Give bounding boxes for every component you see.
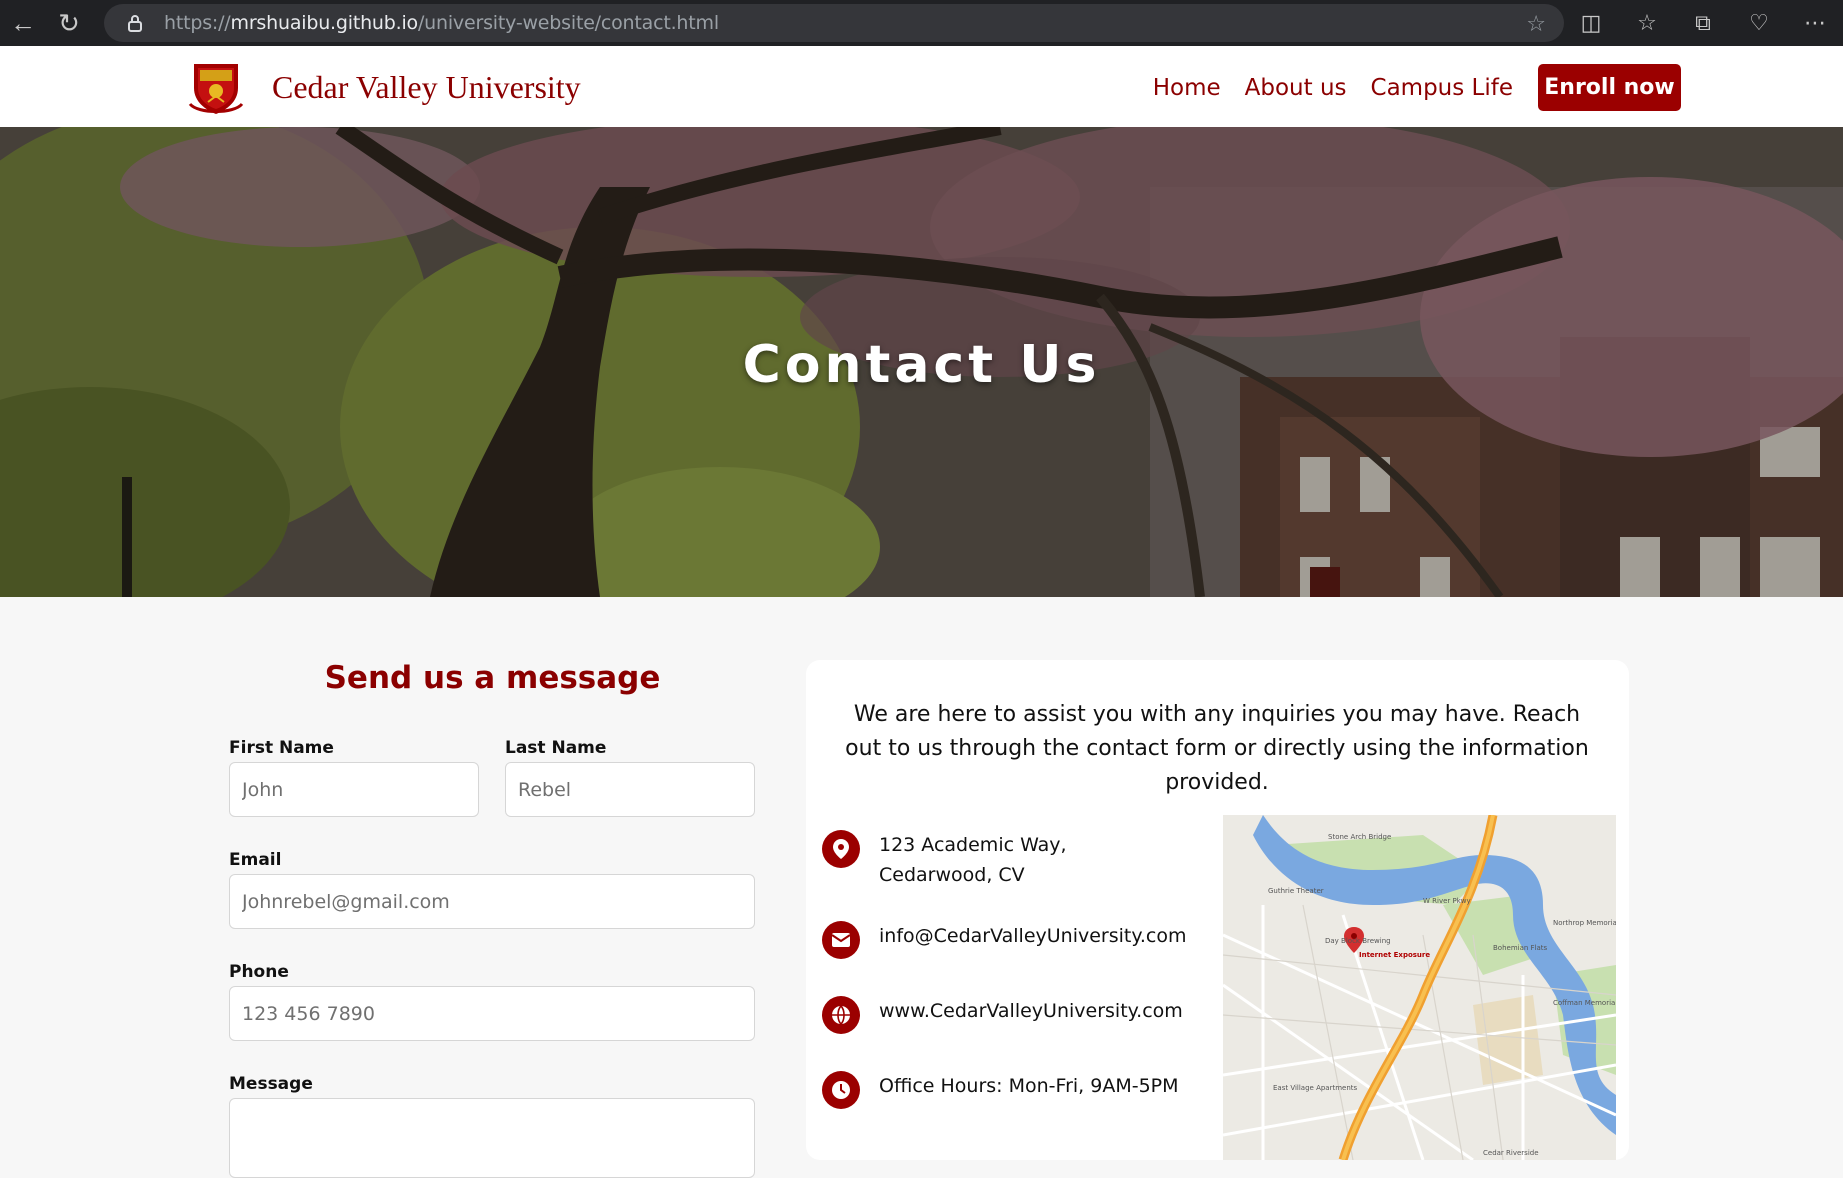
map-label: Coffman Memorial Union bbox=[1553, 999, 1616, 1007]
favorites-icon[interactable]: ☆ bbox=[1619, 10, 1675, 36]
message-textarea[interactable] bbox=[229, 1098, 755, 1178]
favorite-star-icon[interactable]: ☆ bbox=[1526, 11, 1546, 37]
main-nav: Home About us Campus Life Enroll now bbox=[1129, 64, 1681, 111]
map-label: Internet Exposure bbox=[1359, 951, 1430, 959]
back-icon[interactable]: ← bbox=[0, 0, 46, 46]
browser-toolbar: ← ↻ https://mrshuaibu.github.io/universi… bbox=[0, 0, 1843, 46]
nav-campus-life-link[interactable]: Campus Life bbox=[1371, 75, 1513, 101]
address-item: 123 Academic Way, Cedarwood, CV bbox=[822, 830, 1179, 890]
hours-item: Office Hours: Mon-Fri, 9AM-5PM bbox=[822, 1071, 1199, 1109]
enroll-now-button[interactable]: Enroll now bbox=[1538, 64, 1681, 111]
embedded-map[interactable]: Stone Arch Bridge Guthrie Theater W Rive… bbox=[1223, 815, 1616, 1160]
url-text[interactable]: https://mrshuaibu.github.io/university-w… bbox=[164, 12, 719, 34]
more-menu-icon[interactable]: ⋯ bbox=[1787, 10, 1843, 36]
university-crest-logo bbox=[188, 64, 244, 114]
collections-icon[interactable]: ⧉ bbox=[1675, 10, 1731, 36]
globe-icon bbox=[822, 996, 860, 1034]
nav-about-link[interactable]: About us bbox=[1245, 75, 1347, 101]
envelope-icon bbox=[822, 921, 860, 959]
contact-info-card: We are here to assist you with any inqui… bbox=[806, 660, 1629, 1160]
split-screen-icon[interactable]: ◫ bbox=[1563, 10, 1619, 36]
site-header: Cedar Valley University Home About us Ca… bbox=[0, 46, 1843, 127]
hero-banner: Contact Us bbox=[0, 127, 1843, 597]
message-label: Message bbox=[229, 1074, 313, 1094]
map-label: Northrop Memorial Auditorium bbox=[1553, 919, 1616, 927]
brand[interactable]: Cedar Valley University bbox=[188, 58, 581, 116]
first-name-input[interactable] bbox=[229, 762, 479, 817]
address-bar[interactable]: https://mrshuaibu.github.io/university-w… bbox=[104, 4, 1564, 42]
website-link[interactable]: www.CedarValleyUniversity.com bbox=[879, 996, 1199, 1026]
contact-form: Send us a message First Name Last Name E… bbox=[229, 660, 756, 1178]
phone-label: Phone bbox=[229, 962, 289, 982]
page-title: Contact Us bbox=[742, 335, 1101, 395]
last-name-input[interactable] bbox=[505, 762, 755, 817]
email-item: info@CedarValleyUniversity.com bbox=[822, 921, 1199, 959]
brand-name[interactable]: Cedar Valley University bbox=[272, 69, 581, 106]
map-label: Stone Arch Bridge bbox=[1328, 833, 1391, 841]
last-name-label: Last Name bbox=[505, 738, 607, 758]
form-heading: Send us a message bbox=[324, 660, 661, 696]
map-label: Bohemian Flats bbox=[1493, 944, 1548, 952]
map-label: Day Block Brewing bbox=[1325, 937, 1391, 945]
email-link[interactable]: info@CedarValleyUniversity.com bbox=[879, 921, 1199, 951]
address-text: 123 Academic Way, Cedarwood, CV bbox=[879, 834, 1067, 886]
clock-icon bbox=[822, 1071, 860, 1109]
map-label: East Village Apartments bbox=[1273, 1084, 1358, 1092]
email-label: Email bbox=[229, 850, 282, 870]
website-item: www.CedarValleyUniversity.com bbox=[822, 996, 1199, 1034]
browser-essentials-icon[interactable]: ♡ bbox=[1731, 10, 1787, 36]
map-label: Cedar Riverside bbox=[1483, 1149, 1539, 1157]
contact-intro-text: We are here to assist you with any inqui… bbox=[845, 702, 1589, 795]
office-hours-text: Office Hours: Mon-Fri, 9AM-5PM bbox=[879, 1075, 1179, 1097]
map-label: W River Pkwy bbox=[1423, 897, 1471, 905]
email-input[interactable] bbox=[229, 874, 755, 929]
first-name-label: First Name bbox=[229, 738, 334, 758]
nav-home-link[interactable]: Home bbox=[1153, 75, 1221, 101]
phone-input[interactable] bbox=[229, 986, 755, 1041]
lock-icon bbox=[126, 13, 144, 33]
reload-icon[interactable]: ↻ bbox=[46, 0, 92, 46]
location-pin-icon bbox=[822, 830, 860, 868]
map-label: Guthrie Theater bbox=[1268, 887, 1324, 895]
